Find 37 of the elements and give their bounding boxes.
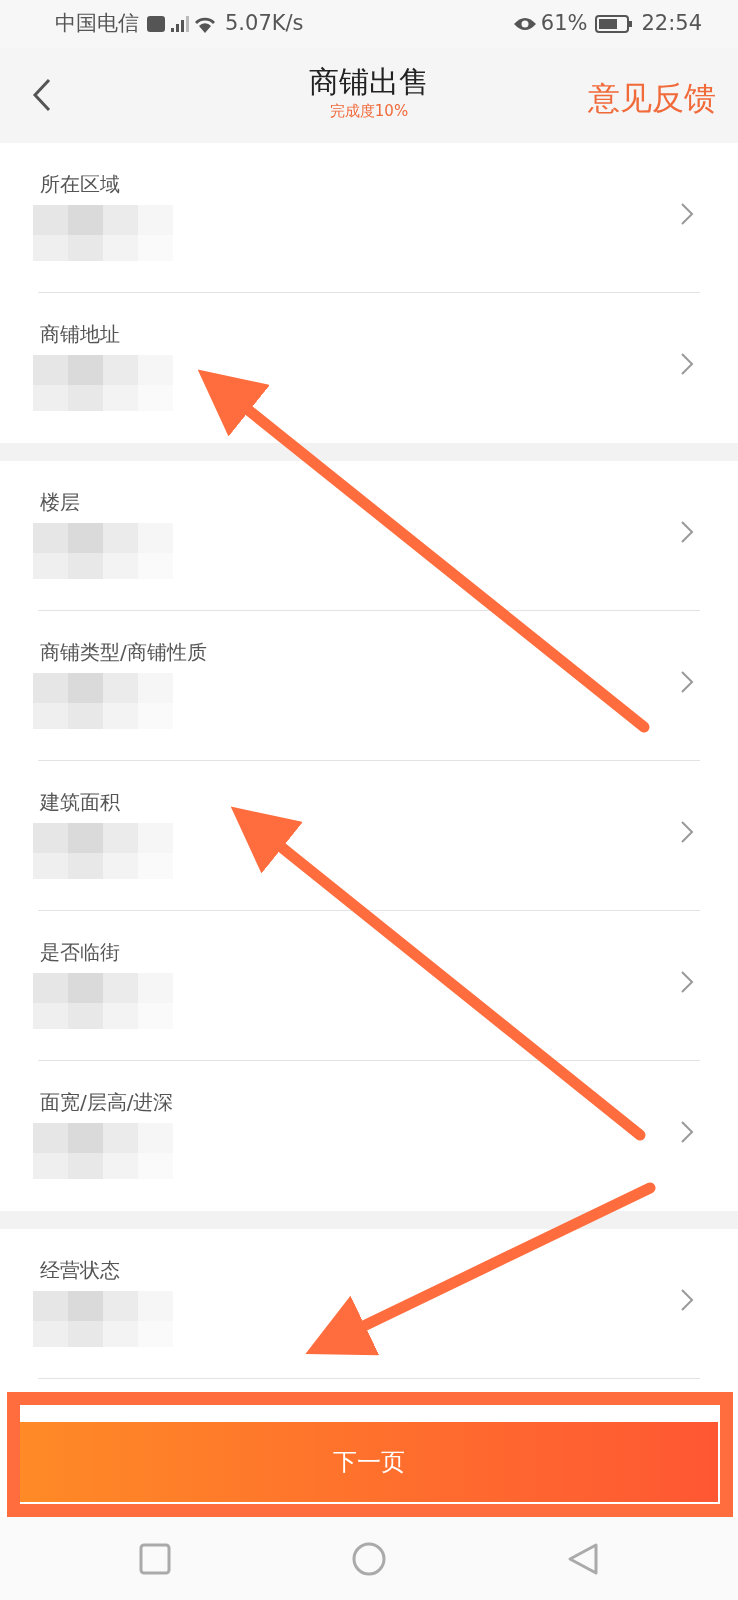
carrier-label: 中国电信 <box>55 10 139 38</box>
chevron-icon <box>680 670 694 694</box>
field-label: 商铺地址 <box>40 321 120 348</box>
chevron-icon <box>680 202 694 226</box>
field-label: 建筑面积 <box>40 789 120 816</box>
chevron-icon <box>680 820 694 844</box>
network-speed: 5.07K/s <box>225 10 304 38</box>
signal-icon <box>147 13 217 35</box>
form-row[interactable]: 面宽/层高/进深 <box>38 1061 700 1211</box>
form-row[interactable]: 建筑面积 <box>38 761 700 911</box>
form-row[interactable]: 是否临街 <box>38 911 700 1061</box>
form-row[interactable]: 商铺类型/商铺性质 <box>38 611 700 761</box>
form-row[interactable]: 商铺地址 <box>38 293 700 443</box>
form-row[interactable]: 楼层 <box>38 461 700 611</box>
back-icon[interactable] <box>32 78 52 112</box>
field-label: 楼层 <box>40 489 80 516</box>
page-title: 商铺出售 <box>309 64 429 100</box>
form-row[interactable]: 经营状态 <box>38 1229 700 1379</box>
chevron-icon <box>680 520 694 544</box>
field-label: 是否临街 <box>40 939 120 966</box>
home-icon[interactable] <box>352 1541 386 1576</box>
battery-icon <box>595 14 634 34</box>
chevron-icon <box>680 1120 694 1144</box>
battery-percent: 61% <box>540 10 588 38</box>
page-subtitle: 完成度10% <box>329 101 409 122</box>
field-label: 商铺类型/商铺性质 <box>40 639 207 666</box>
field-label: 经营状态 <box>40 1257 120 1284</box>
eye-icon <box>512 16 537 32</box>
chevron-icon <box>680 352 694 376</box>
field-label: 所在区域 <box>40 171 120 198</box>
form-row[interactable]: 所在区域 <box>38 143 700 293</box>
chevron-icon <box>680 970 694 994</box>
recent-apps-icon[interactable] <box>138 1542 171 1575</box>
field-label: 面宽/层高/进深 <box>40 1089 174 1116</box>
back-nav-icon[interactable] <box>567 1541 600 1576</box>
chevron-icon <box>680 1288 694 1312</box>
clock-time: 22:54 <box>641 10 702 38</box>
